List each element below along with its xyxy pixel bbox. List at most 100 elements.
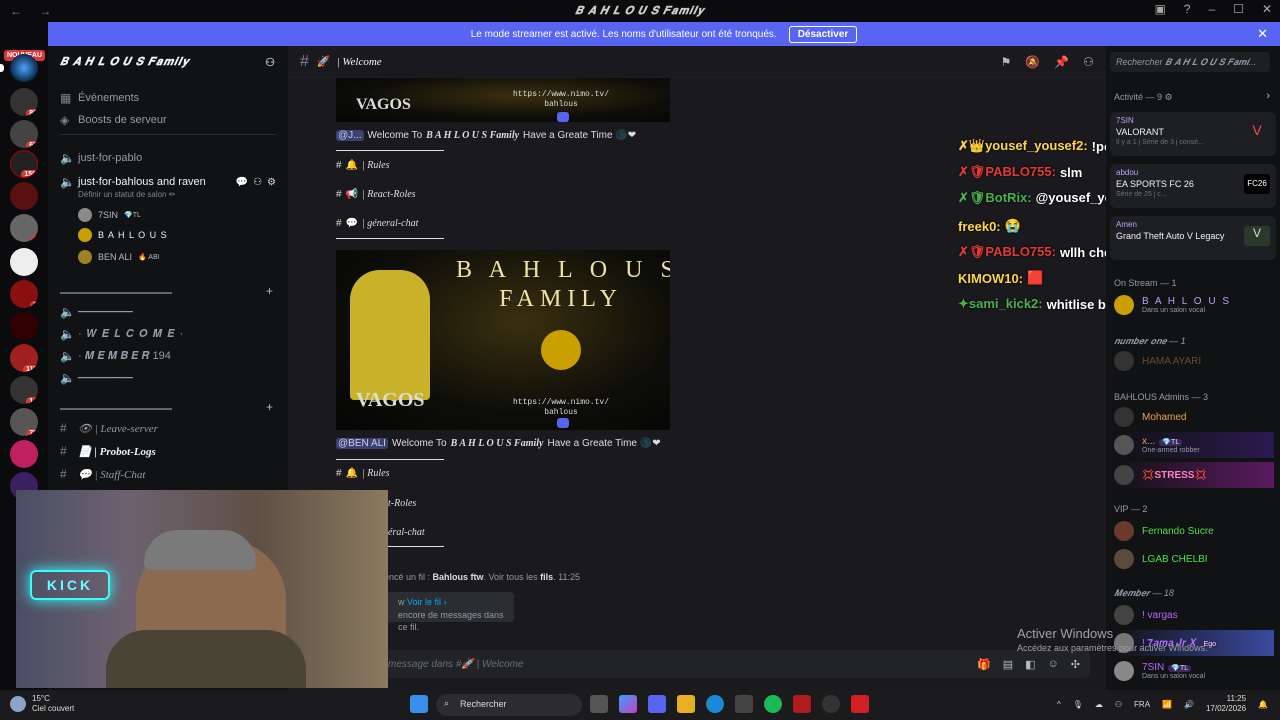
spotify-icon[interactable] [764,695,782,713]
start-icon[interactable] [410,695,428,713]
user-mention[interactable]: @J... [336,130,364,141]
server-header[interactable]: 𝑩 𝑨 𝑯 𝑳 𝑶 𝑼 𝑺 𝑭𝒂𝒎𝒊𝒍𝒚 ⚇ [48,46,288,78]
voice-user[interactable]: B A H L O U S [78,226,168,244]
guild-icon[interactable] [10,248,38,276]
chevron-up-icon[interactable]: ^ [1057,700,1061,709]
text-channel[interactable]: # 💬 | Staff-Chat [60,464,276,484]
member-item[interactable]: ! vargas [1114,602,1274,628]
guild-icon[interactable]: 76 [10,408,38,436]
voice-channel[interactable]: 🔈 just-for-pablo [60,148,276,168]
member-item[interactable]: Mohamed [1114,404,1274,430]
threads-icon[interactable]: ⚑ [1001,55,1012,69]
wifi-icon[interactable]: 📶 [1162,700,1172,709]
edge-icon[interactable] [706,695,724,713]
guild-icon[interactable] [10,312,38,340]
guild-icon[interactable]: 83 [10,88,38,116]
channel-link[interactable]: # 🔔 | Rules [336,468,389,479]
network-icon[interactable]: ⚇ [1115,700,1122,709]
add-channel-icon[interactable]: + [266,400,273,414]
threads-link[interactable]: fils [540,572,553,582]
member-item[interactable]: 7SIN 💎TL Dans un salon vocal [1114,658,1274,684]
obs-icon[interactable] [822,695,840,713]
copilot-icon[interactable] [619,695,637,713]
activity-card[interactable]: 7SIN VALORANT Il y a 1 j Série de 3 j co… [1110,112,1276,156]
close-window-button[interactable]: ✕ [1262,2,1272,16]
guild-icon[interactable]: 62 [10,120,38,148]
embed-image[interactable]: VAGOS https://www.nimo.tv/ bahlous [336,78,670,122]
gear-icon[interactable]: ⚙ [267,177,276,188]
weather-widget[interactable]: 15°C Ciel couvert [10,694,74,713]
close-icon[interactable]: ✕ [1257,26,1268,42]
file-explorer-icon[interactable] [677,695,695,713]
channel-link[interactable]: # 💬 | géneral-chat [336,218,418,229]
gif-icon[interactable]: ▤ [1003,658,1013,671]
channel-link[interactable]: # 🔔 | Rules [336,160,389,171]
member-item[interactable]: x... 💎TL One-armed robber [1114,432,1274,458]
chat-icon[interactable]: 💬 [236,177,248,188]
minimize-button[interactable]: – [1208,2,1215,16]
task-view-icon[interactable] [590,695,608,713]
voice-channel[interactable]: 🔈 · 𝑴 𝑬 𝑴 𝑩 𝑬 𝑹 194 [60,346,276,366]
user-mention[interactable]: @BEN ALI [336,438,388,449]
embed-image[interactable]: B A H L O U S FAMILY VAGOS https://www.n… [336,250,670,430]
app-icon[interactable] [851,695,869,713]
guild-icon[interactable]: 111 [10,344,38,372]
sticker-icon[interactable]: ◧ [1025,658,1035,671]
add-user-icon[interactable]: ⚇ [253,177,262,188]
voice-user[interactable]: BEN ALI 🔥 ABI [78,248,160,266]
add-channel-icon[interactable]: + [266,284,273,298]
member-item[interactable]: HAMA AYARI [1114,348,1274,374]
view-thread-link[interactable]: Voir le fil › [407,597,447,607]
thread-preview[interactable]: w Voir le fil › encore de messages dans … [384,592,514,632]
channel-link[interactable]: éral-chat [388,527,425,538]
events-item[interactable]: ▦ Événements [60,88,276,108]
guild-icon[interactable]: 156 [10,150,38,178]
emoji-icon[interactable]: ☺ [1048,658,1059,671]
apps-icon[interactable]: ✣ [1071,658,1080,671]
voice-channel[interactable]: 🔈 ━━━━━━━━━━━━━ [60,368,276,388]
text-channel[interactable]: # 📄 | Probot-Logs [60,441,276,461]
voice-channel[interactable]: 🔈 ━━━━━━━━━━━━━ [60,302,276,322]
boosts-item[interactable]: ◈ Boosts de serveur [60,110,276,130]
thread-name[interactable]: Bahlous ftw [433,572,484,582]
help-icon[interactable]: ? [1184,2,1191,16]
guild-icon[interactable]: 1 [10,280,38,308]
pin-icon[interactable]: 📌 [1054,55,1069,69]
mic-icon[interactable]: 🎙 [1073,700,1083,709]
volume-icon[interactable]: 🔊 [1184,700,1194,709]
activity-card[interactable]: Amen Grand Theft Auto V Legacy V [1110,216,1276,260]
gift-icon[interactable]: 🎁 [977,658,991,671]
voice-user[interactable]: 7SIN 💎TL [78,206,141,224]
maximize-button[interactable]: ☐ [1233,2,1244,16]
member-item[interactable]: B A H L O U S Dans un salon vocal [1114,292,1274,318]
member-item[interactable]: LGAB CHELBI [1114,546,1274,572]
members-icon[interactable]: ⚇ [1083,55,1094,69]
notifications-icon[interactable]: 🔔 [1258,700,1268,709]
guild-icon[interactable] [10,54,38,82]
chevron-right-icon[interactable]: › [1266,90,1270,102]
onedrive-icon[interactable]: ☁ [1095,700,1103,709]
channel-status[interactable]: Définir un statut de salon ✏ [78,190,175,199]
language-indicator[interactable]: FRA [1134,700,1150,709]
text-channel[interactable]: # 👁 | Leave-server [60,418,276,438]
activity-card[interactable]: abdou EA SPORTS FC 26 Série de 25 j c...… [1110,164,1276,208]
store-icon[interactable] [735,695,753,713]
message-composer[interactable]: message dans #🚀 | Welcome 🎁 ▤ ◧ ☺ ✣ [304,650,1090,678]
guild-icon[interactable]: 14 [10,376,38,404]
voice-channel[interactable]: 🔈 · 𝑾 𝑬 𝑳 𝑪 𝑶 𝑴 𝑬 · [60,324,276,344]
discord-icon[interactable] [648,695,666,713]
mute-icon[interactable]: 🔕 [1025,55,1040,69]
guild-icon[interactable] [10,440,38,468]
guild-icon[interactable]: 4 [10,214,38,242]
taskbar-search[interactable]: ⌕ Rechercher [436,694,582,716]
channel-link[interactable]: # 📢 | React-Roles [336,189,416,200]
invite-icon[interactable]: ⚇ [265,56,276,69]
channel-link[interactable]: t-Roles [388,498,416,509]
inbox-icon[interactable]: ▣ [1154,2,1165,16]
red-app-icon[interactable] [793,695,811,713]
search-input[interactable]: Rechercher 𝑩 𝑨 𝑯 𝑳 𝑶 𝑼 𝑺 𝑭𝒂𝒎𝒊... [1110,52,1270,72]
disable-streamer-button[interactable]: Désactiver [788,25,858,43]
voice-channel-active[interactable]: 🔈 just-for-bahlous and raven 💬 ⚇ ⚙ [60,172,276,192]
guild-icon[interactable] [10,182,38,210]
member-item[interactable]: Fernando Sucre [1114,518,1274,544]
